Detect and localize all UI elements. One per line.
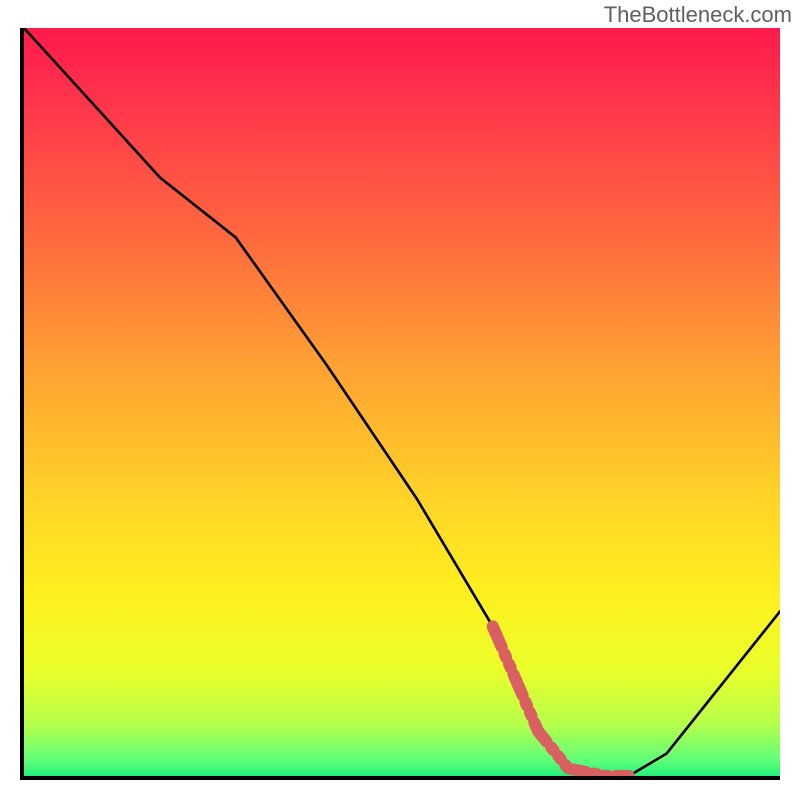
plot-area xyxy=(20,28,780,780)
chart-frame: TheBottleneck.com xyxy=(0,0,800,800)
bottleneck-curve xyxy=(24,28,780,776)
watermark-label: TheBottleneck.com xyxy=(604,2,792,28)
curve-line xyxy=(24,28,780,776)
highlight-segment xyxy=(493,626,629,776)
